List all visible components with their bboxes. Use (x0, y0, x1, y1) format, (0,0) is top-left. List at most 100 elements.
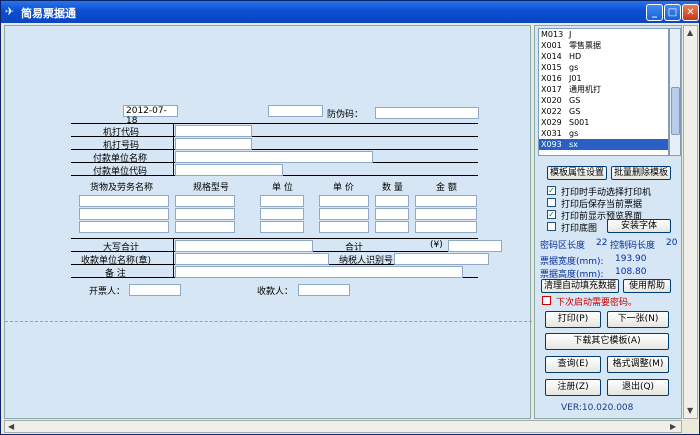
app-icon: ✈ (5, 5, 15, 18)
beizhu-label: 备 注 (105, 269, 126, 279)
kaipiaoren-field[interactable] (129, 284, 181, 296)
scroll-right-icon[interactable]: ▶ (670, 422, 676, 431)
daxie-field[interactable] (175, 240, 313, 252)
goods-unit-field[interactable] (260, 221, 304, 233)
goods-name-field[interactable] (79, 195, 169, 207)
template-code: X031 (541, 129, 562, 138)
col-spec-header: 规格型号 (193, 183, 230, 193)
fukuan-mingcheng-field[interactable] (175, 151, 373, 163)
width-label: 票据宽度(mm): (540, 257, 604, 267)
preview-checkbox[interactable]: ✓ (547, 210, 556, 219)
heji-label: 合计 (345, 243, 364, 253)
goods-qty-field[interactable] (375, 208, 409, 220)
next-button[interactable]: 下一张(N) (607, 311, 669, 328)
register-button[interactable]: 注册(Z) (545, 379, 601, 396)
fangwei-label: 防伪码： (327, 110, 364, 120)
template-list-item[interactable]: X014 HD (539, 51, 668, 62)
right-panel: M013 J X001 零售票据 X014 HD X015 gs X016 J01 X017 通用机打… (534, 25, 682, 419)
exit-button[interactable]: 退出(Q) (607, 379, 669, 396)
page-boundary (5, 321, 532, 322)
print-button[interactable]: 打印(P) (545, 311, 601, 328)
print-save-checkbox[interactable] (547, 198, 556, 207)
scroll-left-icon[interactable]: ◀ (8, 422, 14, 431)
nashui-hao-field[interactable] (394, 253, 489, 265)
beizhu-field[interactable] (175, 266, 463, 278)
template-list-item[interactable]: X001 零售票据 (539, 40, 668, 51)
scroll-thumb[interactable] (671, 87, 680, 135)
goods-qty-field[interactable] (375, 221, 409, 233)
template-list-item[interactable]: X029 S001 (539, 117, 668, 128)
download-templates-button[interactable]: 下载其它模板(A) (545, 333, 669, 350)
template-list-item[interactable]: X031 gs (539, 128, 668, 139)
minimize-button[interactable]: _ (646, 4, 663, 21)
date-field[interactable]: 2012-07-18 (123, 105, 178, 126)
template-list-item[interactable]: M013 J (539, 29, 668, 40)
template-code: X014 (541, 52, 562, 61)
goods-price-field[interactable] (319, 208, 369, 220)
print-bg-checkbox[interactable] (547, 222, 556, 231)
jiqi-haoma-field[interactable] (175, 138, 252, 150)
template-name: gs (569, 63, 579, 72)
template-code: X015 (541, 63, 562, 72)
pw-len-value: 22 (596, 238, 608, 248)
scroll-down-icon[interactable]: ▼ (687, 406, 693, 415)
template-list-item[interactable]: X015 gs (539, 62, 668, 73)
list-scrollbar[interactable] (669, 28, 681, 156)
template-list-item[interactable]: X017 通用机打 (539, 84, 668, 95)
nashui-hao-label: 纳税人识别号 (339, 256, 394, 266)
template-list[interactable]: M013 J X001 零售票据 X014 HD X015 gs X016 J01 X017 通用机打… (538, 28, 669, 156)
template-props-button[interactable]: 模板属性设置 (547, 166, 607, 180)
template-list-item[interactable]: X020 GS (539, 95, 668, 106)
need-password-checkbox[interactable] (542, 296, 551, 305)
maximize-button[interactable]: □ (664, 4, 681, 21)
goods-unit-field[interactable] (260, 208, 304, 220)
heji-field[interactable] (448, 240, 502, 252)
app-window: ✈ 简易票据通 _ □ ✕ 2012-07-18 防伪码： 机打代码 机打号码 … (0, 0, 700, 435)
format-adjust-button[interactable]: 格式调整(M) (607, 356, 669, 373)
batch-delete-button[interactable]: 批量删除模板 (611, 166, 671, 180)
main-horizontal-scrollbar[interactable]: ◀ ▶ (4, 420, 682, 433)
scroll-up-icon[interactable]: ▲ (687, 28, 693, 37)
line (71, 123, 478, 124)
template-name: gs (569, 129, 579, 138)
height-value: 108.80 (615, 267, 647, 277)
print-choose-checkbox[interactable]: ✓ (547, 186, 556, 195)
top-blank-field[interactable] (268, 105, 323, 117)
goods-amount-field[interactable] (415, 195, 477, 207)
goods-name-field[interactable] (79, 208, 169, 220)
goods-unit-field[interactable] (260, 195, 304, 207)
goods-name-field[interactable] (79, 221, 169, 233)
template-code: X017 (541, 85, 562, 94)
fukuan-daima-field[interactable] (175, 164, 283, 176)
jiqi-haoma-label: 机打号码 (103, 141, 140, 151)
help-button[interactable]: 使用帮助 (623, 279, 671, 293)
goods-spec-field[interactable] (175, 208, 235, 220)
template-list-item[interactable]: X022 GS (539, 106, 668, 117)
query-button[interactable]: 查询(E) (545, 356, 601, 373)
template-list-item[interactable]: X093 sx (539, 139, 668, 150)
template-name: sx (569, 140, 578, 149)
version-label: VER:10.020.008 (561, 403, 634, 413)
title-bar[interactable]: ✈ 简易票据通 _ □ ✕ (1, 1, 699, 23)
template-name: 通用机打 (569, 85, 601, 94)
goods-qty-field[interactable] (375, 195, 409, 207)
shoukuanren-field[interactable] (298, 284, 350, 296)
jiqi-daima-field[interactable] (175, 125, 252, 137)
fangwei-field[interactable] (375, 107, 479, 119)
goods-amount-field[interactable] (415, 208, 477, 220)
template-code: M013 (541, 30, 564, 39)
shoukuan-mingcheng-field[interactable] (175, 253, 329, 265)
goods-price-field[interactable] (319, 195, 369, 207)
goods-price-field[interactable] (319, 221, 369, 233)
yen-label: (¥) (430, 240, 443, 250)
goods-amount-field[interactable] (415, 221, 477, 233)
goods-spec-field[interactable] (175, 195, 235, 207)
clear-autofill-button[interactable]: 清理自动填充数据 (541, 279, 619, 293)
close-button[interactable]: ✕ (682, 4, 699, 21)
window-title: 简易票据通 (21, 7, 76, 20)
install-font-button[interactable]: 安装字体 (607, 219, 671, 233)
main-vertical-scrollbar[interactable]: ▲ ▼ (683, 25, 698, 419)
ticket-canvas: 2012-07-18 防伪码： 机打代码 机打号码 付款单位名称 付款单位代码 … (4, 25, 532, 419)
goods-spec-field[interactable] (175, 221, 235, 233)
template-list-item[interactable]: X016 J01 (539, 73, 668, 84)
